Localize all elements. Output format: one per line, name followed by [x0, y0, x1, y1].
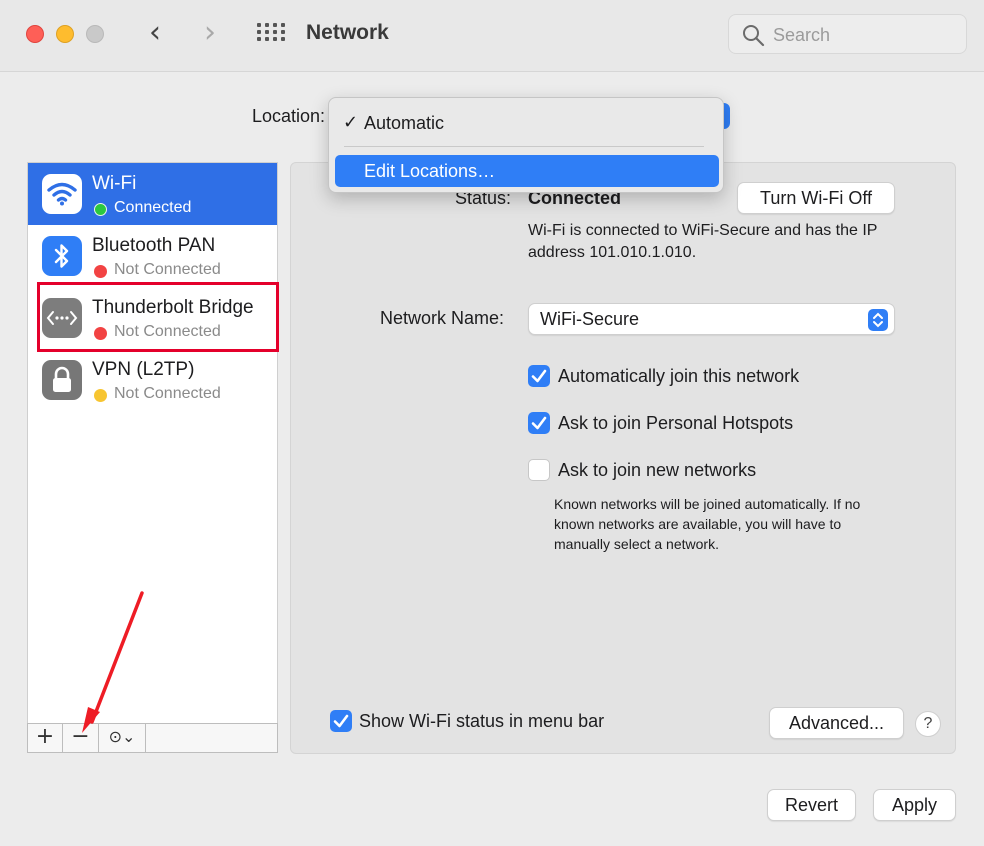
network-name-select[interactable]: WiFi-Secure	[528, 303, 895, 335]
status-dot	[94, 265, 107, 278]
apply-button[interactable]: Apply	[873, 789, 956, 821]
service-status: Connected	[114, 199, 192, 216]
service-list-toolbar: + − ⊙⌄	[27, 723, 278, 753]
service-item-vpn[interactable]: VPN (L2TP) Not Connected	[28, 349, 277, 411]
network-name-value: WiFi-Secure	[540, 309, 640, 329]
show-all-grid-icon[interactable]	[257, 23, 285, 45]
network-name-label: Network Name:	[380, 308, 505, 328]
location-label: Location:	[252, 106, 326, 126]
add-service-button[interactable]: +	[28, 724, 63, 752]
auto-join-label: Automatically join this network	[558, 366, 800, 386]
service-status: Not Connected	[114, 261, 221, 278]
minimize-window-button[interactable]	[56, 25, 74, 43]
auto-join-checkbox[interactable]	[528, 365, 550, 387]
advanced-button[interactable]: Advanced...	[769, 707, 904, 739]
service-item-bluetooth-pan[interactable]: Bluetooth PAN Not Connected	[28, 225, 277, 287]
action-menu-button[interactable]: ⊙⌄	[99, 724, 146, 752]
menu-item-edit-locations[interactable]: Edit Locations…	[335, 155, 719, 187]
revert-button[interactable]: Revert	[767, 789, 856, 821]
annotation-highlight-box	[37, 282, 279, 352]
join-hint-text: Known networks will be joined automatica…	[554, 496, 861, 552]
window-title: Network	[306, 21, 389, 44]
show-wifi-status-checkbox[interactable]	[330, 710, 352, 732]
help-button[interactable]: ?	[915, 711, 941, 737]
menu-item-label: Automatic	[364, 113, 445, 133]
new-networks-checkbox[interactable]	[528, 459, 550, 481]
status-description: Wi-Fi is connected to WiFi-Secure and ha…	[528, 222, 878, 261]
location-dropdown-menu: ✓ Automatic Edit Locations…	[328, 97, 724, 193]
search-field[interactable]	[728, 14, 967, 54]
personal-hotspots-label: Ask to join Personal Hotspots	[558, 413, 794, 433]
service-item-wifi[interactable]: Wi-Fi Connected	[28, 163, 277, 225]
search-icon	[743, 25, 765, 47]
zoom-window-button[interactable]	[86, 25, 104, 43]
new-networks-label: Ask to join new networks	[558, 460, 757, 480]
bluetooth-icon	[42, 236, 82, 276]
personal-hotspots-checkbox[interactable]	[528, 412, 550, 434]
lock-icon	[42, 360, 82, 400]
menu-separator	[344, 146, 704, 147]
turn-wifi-off-button[interactable]: Turn Wi-Fi Off	[737, 182, 895, 214]
service-name: Wi-Fi	[92, 173, 137, 194]
service-list: Wi-Fi Connected Bluetooth PAN Not Connec…	[27, 162, 278, 724]
service-status: Not Connected	[114, 385, 221, 402]
status-dot	[94, 389, 107, 402]
select-stepper-icon	[868, 309, 888, 331]
service-name: VPN (L2TP)	[92, 359, 195, 380]
show-wifi-status-label: Show Wi-Fi status in menu bar	[359, 711, 605, 731]
service-name: Bluetooth PAN	[92, 235, 216, 256]
back-chevron-icon[interactable]: ‹	[140, 18, 170, 50]
menu-item-label: Edit Locations…	[364, 161, 496, 181]
toolbar: ‹ › Network	[0, 0, 984, 72]
network-preferences-window: ‹ › Network Location:	[0, 0, 984, 846]
wifi-icon	[42, 174, 82, 214]
search-input[interactable]	[773, 21, 953, 49]
menu-item-automatic[interactable]: ✓ Automatic	[335, 107, 719, 139]
checkmark-icon: ✓	[343, 112, 359, 133]
status-dot	[94, 203, 107, 216]
close-window-button[interactable]	[26, 25, 44, 43]
forward-chevron-icon[interactable]: ›	[195, 18, 225, 50]
remove-service-button[interactable]: −	[63, 724, 99, 752]
